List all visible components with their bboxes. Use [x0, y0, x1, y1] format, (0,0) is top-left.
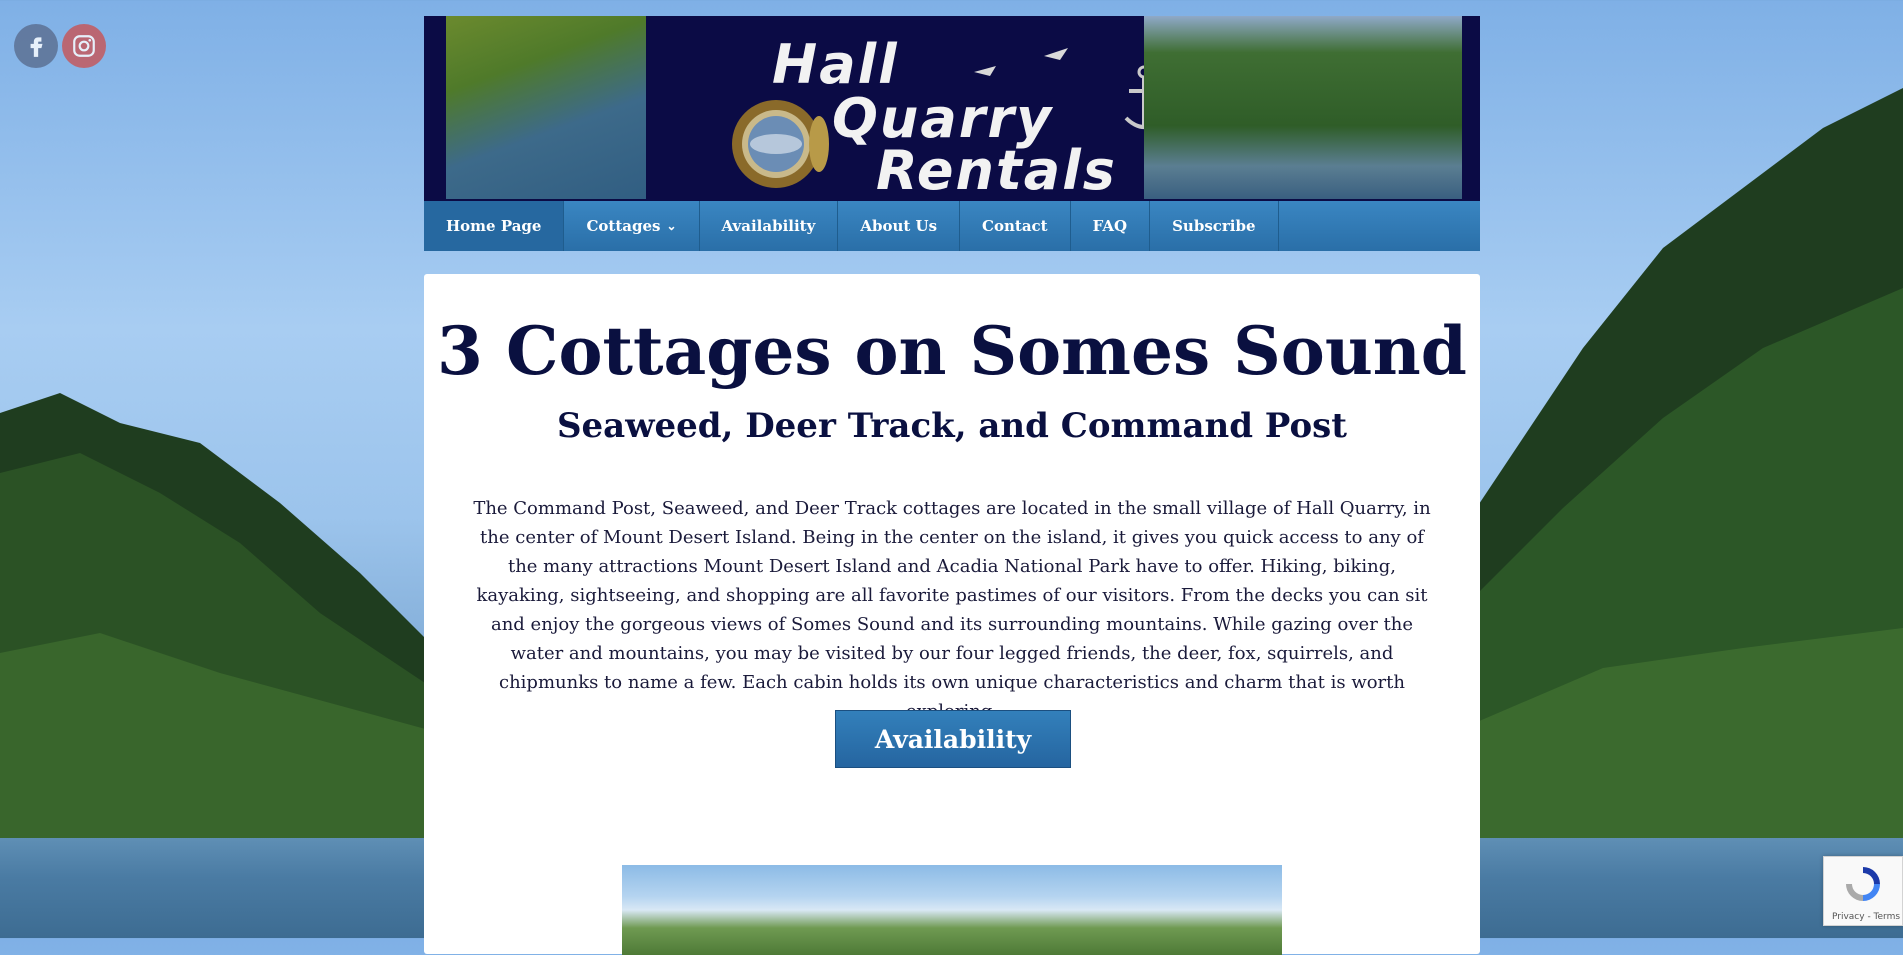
recaptcha-text[interactable]: Privacy - Terms: [1832, 912, 1900, 922]
recaptcha-badge[interactable]: Privacy - Terms: [1823, 856, 1903, 926]
nav-label: Home Page: [446, 217, 542, 235]
logo-line-2: Quarry: [832, 87, 1054, 150]
availability-button[interactable]: Availability: [835, 710, 1071, 768]
site-header: Hall Quarry Rentals Home Page Cottages ⌄ …: [424, 16, 1480, 251]
page-title: 3 Cottages on Somes Sound: [437, 312, 1467, 390]
page-subtitle: Seaweed, Deer Track, and Command Post: [557, 406, 1347, 446]
nav-label: FAQ: [1092, 217, 1128, 235]
nav-label: Availability: [721, 217, 816, 235]
cottage-photo: [622, 865, 1282, 955]
nav-label: Subscribe: [1172, 217, 1256, 235]
chevron-down-icon: ⌄: [666, 219, 677, 233]
banner-photo-left: [446, 16, 646, 199]
forest-right-image: [1463, 88, 1903, 848]
main-nav: Home Page Cottages ⌄ Availability About U…: [424, 201, 1480, 251]
nav-item-contact[interactable]: Contact: [960, 201, 1071, 251]
nav-label: About Us: [860, 217, 938, 235]
nav-item-faq[interactable]: FAQ: [1071, 201, 1151, 251]
forest-left-image: [0, 393, 440, 853]
description-text: The Command Post, Seaweed, and Deer Trac…: [473, 498, 1431, 722]
nav-item-availability[interactable]: Availability: [700, 201, 839, 251]
banner: Hall Quarry Rentals: [424, 16, 1480, 201]
logo-line-3: Rentals: [876, 139, 1117, 201]
facebook-icon[interactable]: [14, 24, 58, 68]
nav-item-about-us[interactable]: About Us: [838, 201, 961, 251]
nav-label: Cottages: [586, 217, 661, 235]
instagram-icon[interactable]: [62, 24, 106, 68]
nav-label: Contact: [982, 217, 1048, 235]
nav-item-cottages[interactable]: Cottages ⌄: [564, 201, 700, 251]
site-logo[interactable]: Hall Quarry Rentals: [714, 26, 1194, 201]
content-card: 3 Cottages on Somes Sound Seaweed, Deer …: [424, 274, 1480, 955]
nav-item-home[interactable]: Home Page: [424, 201, 565, 251]
nav-item-subscribe[interactable]: Subscribe: [1150, 201, 1279, 251]
recaptcha-icon: [1846, 867, 1880, 901]
social-links: [14, 24, 106, 68]
logo-line-1: Hall: [772, 33, 899, 96]
banner-photo-right: [1144, 16, 1462, 199]
